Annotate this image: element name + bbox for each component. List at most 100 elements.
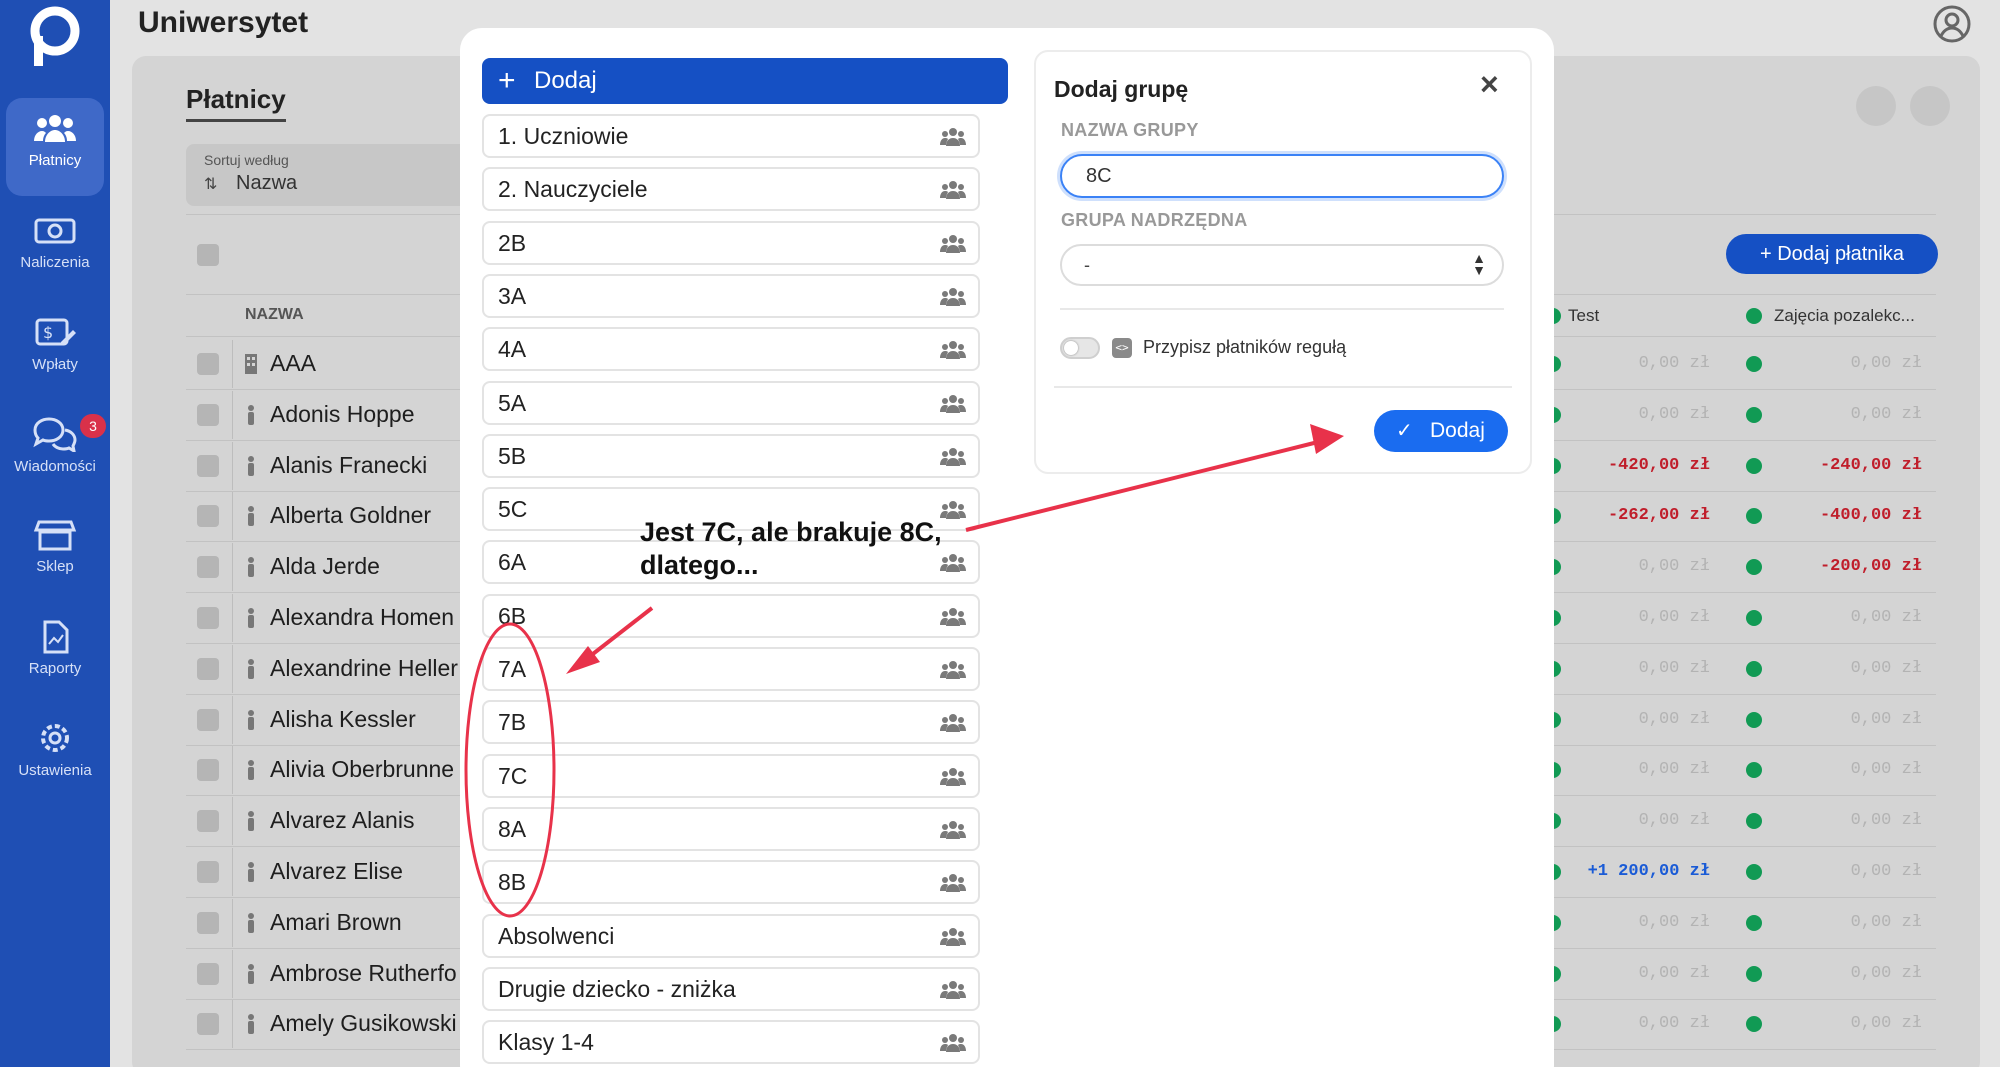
rule-toggle[interactable] (1060, 337, 1100, 359)
test-amount: 0,00 zł (1638, 557, 1710, 577)
group-list-item[interactable]: Drugie dziecko - zniżka (482, 966, 980, 1011)
row-checkbox[interactable] (197, 1013, 219, 1036)
person-icon (248, 404, 254, 425)
account-icon[interactable] (1932, 4, 1972, 44)
status-dot (1746, 864, 1762, 880)
sort-select[interactable]: Sortuj według ⇅ Nazwa (186, 144, 476, 206)
test-amount: 0,00 zł (1638, 354, 1710, 373)
group-icon (940, 767, 966, 786)
parent-group-value: - (1084, 255, 1090, 275)
group-list-item[interactable]: 2B (482, 220, 980, 265)
payer-name: Alberta Goldner (270, 502, 432, 529)
sidebar-item-messages[interactable]: Wiadomości 3 (6, 402, 106, 500)
group-icon (940, 287, 966, 306)
row-checkbox[interactable] (197, 911, 219, 934)
group-label: 8A (498, 815, 527, 842)
group-list-item[interactable]: 6B (482, 593, 980, 638)
test-amount: 0,00 zł (1638, 1014, 1710, 1034)
group-list-item[interactable]: 2. Nauczyciele (482, 167, 980, 212)
group-label: 6A (498, 549, 527, 576)
group-list-item[interactable]: Klasy 1-4 (482, 1020, 980, 1065)
wallet-icon[interactable] (1910, 86, 1950, 126)
extra-amount: 0,00 zł (1850, 709, 1922, 729)
row-checkbox[interactable] (197, 556, 219, 579)
extra-amount: 0,00 zł (1850, 912, 1922, 932)
add-group-button[interactable]: + Dodaj (482, 58, 1008, 104)
group-icon (940, 607, 966, 626)
group-icon (940, 661, 966, 679)
sidebar-item-reports[interactable]: Raporty (6, 606, 104, 704)
close-icon[interactable]: × (1480, 68, 1499, 100)
payer-name: Amari Brown (270, 908, 402, 935)
row-checkbox[interactable] (197, 607, 219, 629)
select-all-checkbox[interactable] (197, 244, 219, 266)
row-checkbox[interactable] (197, 454, 219, 477)
test-amount: -262,00 zł (1607, 506, 1710, 526)
payer-name: Alanis Franecki (270, 451, 428, 478)
group-label: 7A (498, 656, 527, 682)
plus-icon: + (498, 64, 516, 97)
payer-name: Alvarez Alanis (270, 807, 415, 834)
group-list-item[interactable]: 7B (482, 700, 980, 745)
row-checkbox[interactable] (197, 353, 219, 375)
money-icon (34, 218, 76, 244)
status-dot (1746, 308, 1762, 324)
group-list-item[interactable]: 7A (482, 647, 980, 691)
person-icon (248, 506, 254, 527)
sidebar-item-settings[interactable]: Ustawienia (6, 706, 104, 804)
group-list-item[interactable]: 8B (482, 860, 980, 905)
group-icon (940, 980, 966, 999)
group-list-item[interactable]: 7C (482, 753, 980, 798)
row-checkbox[interactable] (197, 759, 219, 782)
annotation-line-2: dlatego... (640, 550, 759, 580)
group-list-item[interactable]: 5A (482, 380, 980, 425)
payer-name: AAA (270, 350, 317, 376)
sidebar-item-charges[interactable]: Naliczenia (6, 200, 104, 298)
row-checkbox[interactable] (197, 810, 219, 833)
extra-amount: 0,00 zł (1850, 354, 1922, 373)
group-icon (940, 447, 966, 466)
check-icon: ✓ (1396, 420, 1413, 442)
test-amount: +1 200,00 zł (1587, 862, 1710, 881)
group-list-item[interactable]: 8A (482, 806, 980, 851)
status-dot (1746, 457, 1762, 474)
status-dot (1746, 406, 1762, 423)
extra-amount: 0,00 zł (1850, 404, 1922, 424)
row-checkbox[interactable] (197, 962, 219, 985)
row-checkbox[interactable] (197, 403, 219, 426)
parent-group-select[interactable]: - ▲ ▼ (1060, 244, 1504, 286)
payer-name: Alexandra Homen (270, 604, 455, 630)
extra-amount: 0,00 zł (1850, 658, 1922, 678)
add-group-label: Dodaj (534, 67, 597, 94)
group-list-item[interactable]: Absolwenci (482, 913, 980, 958)
test-amount: 0,00 zł (1638, 760, 1710, 780)
extra-amount: 0,00 zł (1850, 760, 1922, 780)
payer-name: Adonis Hoppe (270, 400, 415, 427)
person-icon (248, 760, 254, 781)
page-title: Płatnicy (186, 84, 286, 122)
sidebar-item-payers[interactable]: Płatnicy (6, 98, 104, 196)
group-list-item[interactable]: 1. Uczniowie (482, 114, 980, 158)
row-checkbox[interactable] (197, 861, 219, 883)
status-dot (1746, 711, 1762, 728)
group-list-item[interactable]: 4A (482, 327, 980, 372)
extra-amount: -200,00 zł (1819, 557, 1922, 577)
group-label: Absolwenci (498, 922, 615, 949)
sidebar-item-payments[interactable]: $ Wpłaty (6, 302, 104, 400)
sidebar-item-shop[interactable]: Sklep (6, 504, 104, 602)
payer-name: Alivia Oberbrunne (270, 756, 455, 783)
group-list-item[interactable]: 3A (482, 273, 980, 318)
group-name-input[interactable] (1060, 154, 1504, 198)
users-icon (34, 115, 76, 142)
status-dot (1746, 610, 1762, 626)
row-checkbox[interactable] (197, 708, 219, 731)
group-list-item[interactable]: 5B (482, 433, 980, 478)
row-checkbox[interactable] (197, 505, 219, 528)
annotation-text: Jest 7C, ale brakuje 8C, dlatego... (640, 516, 942, 582)
download-icon[interactable] (1856, 86, 1896, 126)
row-checkbox[interactable] (197, 657, 219, 680)
add-payer-button[interactable]: + Dodaj płatnika (1726, 234, 1938, 274)
column-header-extra: Zajęcia pozalekc... (1774, 306, 1915, 325)
submit-add-button[interactable]: ✓ Dodaj (1374, 410, 1508, 452)
group-label: 2. Nauczyciele (498, 176, 648, 203)
